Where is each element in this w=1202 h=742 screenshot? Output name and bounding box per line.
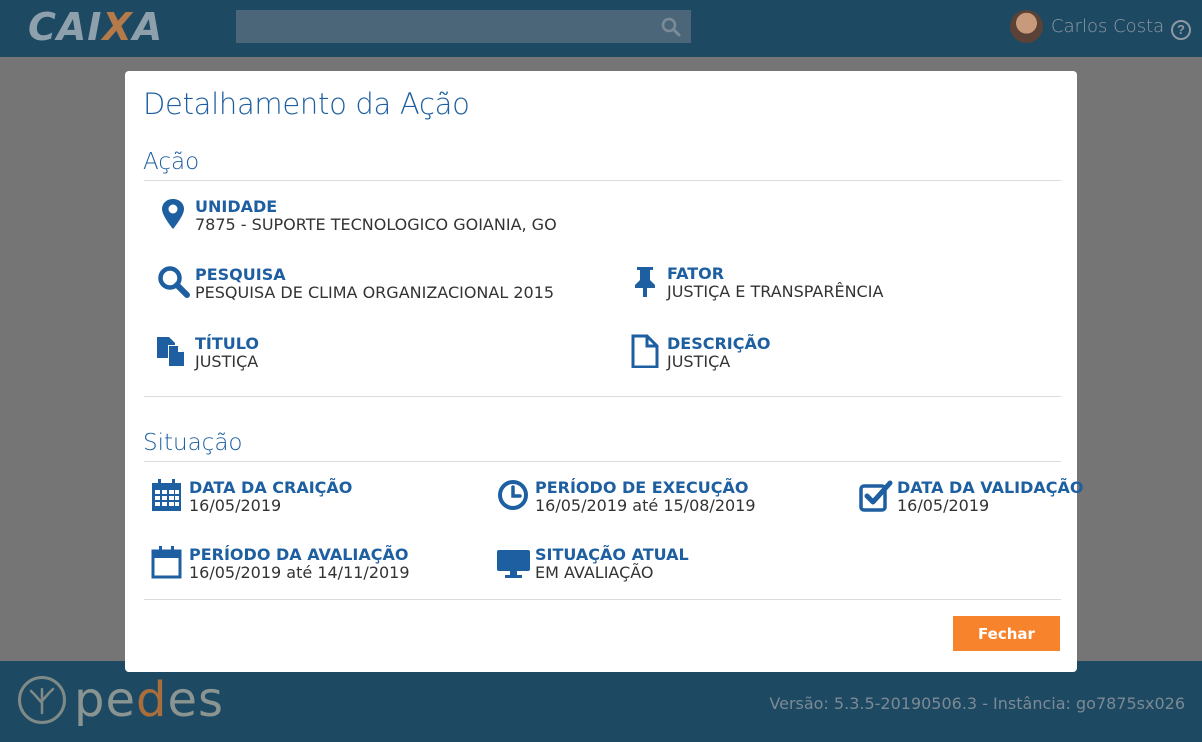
footer: pedes Versão: 5.3.5-20190506.3 - Instânc… xyxy=(0,661,1202,742)
titulo-value: JUSTIÇA xyxy=(195,352,259,371)
close-button[interactable]: Fechar xyxy=(953,616,1060,651)
copy-icon xyxy=(157,337,185,367)
file-icon xyxy=(631,334,659,368)
user-name[interactable]: Carlos Costa xyxy=(1051,16,1164,37)
field-unidade: UNIDADE 7875 - SUPORTE TECNOLOGICO GOIAN… xyxy=(157,197,657,237)
descricao-label: DESCRIÇÃO xyxy=(667,334,771,353)
divider xyxy=(144,599,1061,600)
search-icon xyxy=(158,266,190,298)
fator-label: FATOR xyxy=(667,264,725,283)
pushpin-icon xyxy=(635,267,655,297)
field-titulo: TÍTULO JUSTIÇA xyxy=(157,334,557,374)
modal-title: Detalhamento da Ação xyxy=(143,87,470,121)
titulo-label: TÍTULO xyxy=(195,334,259,353)
periodo-avaliacao-value: 16/05/2019 até 14/11/2019 xyxy=(189,563,410,582)
divider xyxy=(144,180,1061,181)
search-input[interactable] xyxy=(236,10,691,43)
unidade-label: UNIDADE xyxy=(195,197,278,216)
tree-icon xyxy=(18,676,66,724)
pesquisa-value: PESQUISA DE CLIMA ORGANIZACIONAL 2015 xyxy=(195,283,555,302)
help-icon[interactable]: ? xyxy=(1171,20,1191,40)
map-marker-icon xyxy=(162,199,184,229)
divider xyxy=(144,396,1061,397)
section-title-situacao: Situação xyxy=(143,430,243,456)
fator-value: JUSTIÇA E TRANSPARÊNCIA xyxy=(667,282,884,301)
checkbox-icon xyxy=(859,480,893,512)
data-criacao-label: DATA DA CRAIÇÃO xyxy=(189,478,353,497)
search-icon[interactable] xyxy=(661,17,681,37)
field-fator: FATOR JUSTIÇA E TRANSPARÊNCIA xyxy=(629,264,1029,304)
periodo-avaliacao-label: PERÍODO DA AVALIAÇÃO xyxy=(189,545,409,564)
version-info: Versão: 5.3.5-20190506.3 - Instância: go… xyxy=(769,694,1185,713)
field-pesquisa: PESQUISA PESQUISA DE CLIMA ORGANIZACIONA… xyxy=(157,265,607,305)
periodo-execucao-label: PERÍODO DE EXECUÇÃO xyxy=(535,478,749,497)
clock-icon xyxy=(498,480,528,510)
unidade-value: 7875 - SUPORTE TECNOLOGICO GOIANIA, GO xyxy=(195,215,557,234)
periodo-execucao-value: 16/05/2019 até 15/08/2019 xyxy=(535,496,756,515)
pedes-logo: pedes xyxy=(18,676,224,724)
pedes-wordmark: pedes xyxy=(74,672,225,728)
field-descricao: DESCRIÇÃO JUSTIÇA xyxy=(629,334,1029,374)
data-criacao-value: 16/05/2019 xyxy=(189,496,282,515)
top-bar: CAIXA Carlos Costa ? xyxy=(0,0,1202,57)
calendar-icon xyxy=(152,479,181,511)
monitor-icon xyxy=(497,550,530,578)
data-validacao-label: DATA DA VALIDAÇÃO xyxy=(897,478,1084,497)
field-periodo-execucao: PERÍODO DE EXECUÇÃO 16/05/2019 até 15/08… xyxy=(497,478,817,518)
field-data-criacao: DATA DA CRAIÇÃO 16/05/2019 xyxy=(151,478,471,518)
user-menu[interactable]: Carlos Costa xyxy=(1010,10,1164,43)
data-validacao-value: 16/05/2019 xyxy=(897,496,990,515)
section-title-acao: Ação xyxy=(143,149,200,175)
situacao-atual-label: SITUAÇÃO ATUAL xyxy=(535,545,689,564)
descricao-value: JUSTIÇA xyxy=(667,352,731,371)
caixa-logo[interactable]: CAIXA xyxy=(28,6,163,48)
avatar[interactable] xyxy=(1010,10,1043,43)
field-periodo-avaliacao: PERÍODO DA AVALIAÇÃO 16/05/2019 até 14/1… xyxy=(151,545,471,585)
field-situacao-atual: SITUAÇÃO ATUAL EM AVALIAÇÃO xyxy=(497,545,817,585)
field-data-validacao: DATA DA VALIDAÇÃO 16/05/2019 xyxy=(859,478,1084,518)
situacao-atual-value: EM AVALIAÇÃO xyxy=(535,563,654,582)
action-detail-modal: Detalhamento da Ação Ação UNIDADE 7875 -… xyxy=(125,71,1084,672)
pesquisa-label: PESQUISA xyxy=(195,265,286,284)
divider xyxy=(144,461,1061,462)
calendar-empty-icon xyxy=(151,546,182,579)
